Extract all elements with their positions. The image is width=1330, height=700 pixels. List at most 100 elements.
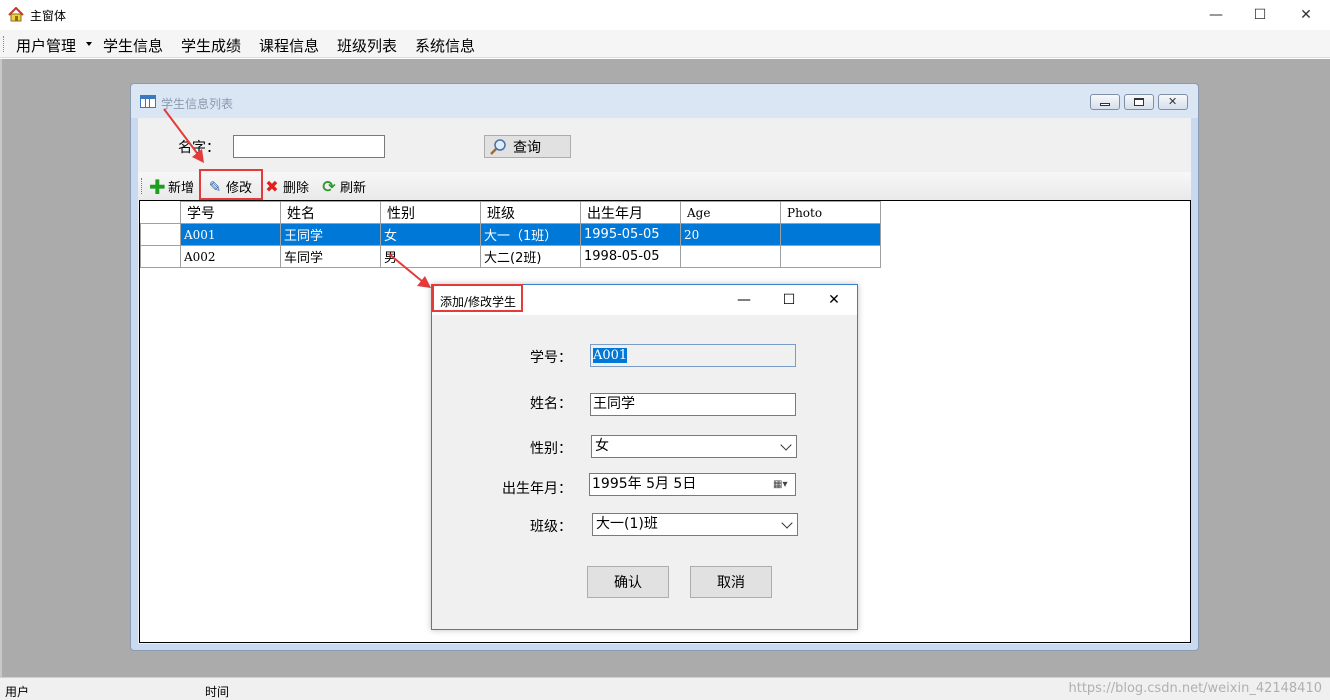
birth-label: 出生年月： — [502, 481, 572, 497]
cell-age[interactable] — [680, 245, 781, 268]
cell-birth[interactable]: 1995-05-05 — [580, 223, 681, 246]
menu-course-info[interactable]: 课程信息 — [259, 35, 319, 56]
cell-name[interactable]: 王同学 — [280, 223, 381, 246]
gender-value: 女 — [595, 438, 609, 454]
column-header[interactable]: 学号 — [180, 201, 281, 224]
gender-select[interactable]: 女 — [591, 435, 797, 458]
search-button[interactable]: 查询 — [484, 135, 571, 158]
name-search-input[interactable] — [233, 135, 385, 158]
class-select[interactable]: 大一(1)班 — [592, 513, 798, 536]
dialog-minimize-button[interactable]: — — [721, 285, 767, 315]
status-user: 用户 — [5, 685, 30, 699]
cell-name[interactable]: 车同学 — [280, 245, 381, 268]
child-minimize-button[interactable] — [1090, 94, 1120, 110]
menu-student-info[interactable]: 学生信息 — [103, 35, 163, 56]
cell-class[interactable]: 大一（1班） — [480, 223, 581, 246]
birth-date-picker[interactable]: 1995年 5月 5日 ▦▾ — [589, 473, 796, 496]
child-restore-button[interactable] — [1124, 94, 1154, 110]
child-title-bar: 学生信息列表 ✕ — [131, 84, 1198, 118]
add-button[interactable]: ✚ 新增 — [149, 176, 194, 197]
cell-id[interactable]: A001 — [180, 223, 281, 246]
table-row[interactable]: ▶ A001 王同学 女 大一（1班） 1995-05-05 20 — [140, 223, 881, 246]
home-icon — [8, 7, 24, 22]
add-edit-student-dialog: 添加/修改学生 — ☐ ✕ 学号： A001 姓名： 王同学 性别： 女 出生年… — [431, 284, 858, 630]
table-icon — [140, 95, 156, 108]
row-header-corner — [140, 201, 181, 224]
id-label: 学号： — [530, 350, 572, 366]
chevron-down-icon — [781, 517, 793, 529]
delete-button-label: 删除 — [283, 181, 310, 196]
restore-icon — [1134, 98, 1144, 106]
cancel-button[interactable]: 取消 — [690, 566, 772, 598]
dropdown-arrow-icon — [86, 42, 92, 46]
row-header[interactable] — [140, 245, 181, 268]
plus-icon: ✚ — [149, 174, 166, 199]
child-close-button[interactable]: ✕ — [1158, 94, 1188, 110]
column-header[interactable]: Photo — [780, 201, 881, 224]
menu-student-scores[interactable]: 学生成绩 — [181, 35, 241, 56]
minimize-icon: — — [1209, 7, 1223, 23]
grid-header-row: 学号 姓名 性别 班级 出生年月 Age Photo — [140, 201, 881, 224]
row-header[interactable]: ▶ — [140, 223, 181, 246]
close-icon: ✕ — [1300, 7, 1312, 23]
annotation-arrow-icon — [388, 253, 431, 288]
minimize-button[interactable]: — — [1193, 0, 1239, 30]
dialog-close-button[interactable]: ✕ — [811, 285, 857, 315]
id-value: A001 — [593, 348, 628, 363]
main-window-title: 主窗体 — [30, 9, 67, 23]
toolbar-grip[interactable] — [141, 178, 143, 194]
student-table: 学号 姓名 性别 班级 出生年月 Age Photo ▶ A001 王同学 女 … — [140, 201, 881, 268]
cell-age[interactable]: 20 — [680, 223, 781, 246]
current-row-arrow-icon: ▶ — [144, 231, 151, 241]
column-header[interactable]: 性别 — [380, 201, 481, 224]
birth-value: 1995年 5月 5日 — [592, 476, 697, 492]
column-header[interactable]: 班级 — [480, 201, 581, 224]
refresh-button[interactable]: ⟳ 刷新 — [321, 176, 366, 197]
delete-button[interactable]: ✖ 删除 — [264, 176, 309, 197]
menu-user-management[interactable]: 用户管理 — [16, 35, 76, 56]
status-bar: 用户 时间 https://blog.csdn.net/weixin_42148… — [0, 677, 1330, 700]
minimize-icon: — — [737, 292, 751, 308]
watermark: https://blog.csdn.net/weixin_42148410 — [1068, 681, 1322, 696]
annotation-arrow-icon — [163, 108, 204, 163]
refresh-icon: ⟳ — [322, 176, 336, 196]
gender-label: 性别： — [530, 441, 572, 457]
maximize-icon: ☐ — [1253, 7, 1267, 23]
cell-gender[interactable]: 女 — [380, 223, 481, 246]
column-header[interactable]: 姓名 — [280, 201, 381, 224]
class-value: 大一(1)班 — [596, 516, 658, 532]
menu-bar: 用户管理 学生信息 学生成绩 课程信息 班级列表 系统信息 — [0, 30, 1330, 58]
cell-birth[interactable]: 1998-05-05 — [580, 245, 681, 268]
id-field[interactable]: A001 — [590, 344, 796, 367]
toolbar: ✚ 新增 ✎ 修改 ✖ 删除 ⟳ 刷新 — [138, 172, 1191, 200]
close-button[interactable]: ✕ — [1283, 0, 1329, 30]
class-label: 班级： — [530, 519, 572, 535]
status-time: 时间 — [205, 685, 230, 699]
add-button-label: 新增 — [168, 181, 195, 196]
confirm-button[interactable]: 确认 — [587, 566, 669, 598]
delete-x-icon: ✖ — [265, 176, 279, 196]
menu-system-info[interactable]: 系统信息 — [415, 35, 475, 56]
table-row[interactable]: A002 车同学 男 大二(2班) 1998-05-05 — [140, 245, 881, 268]
menu-grip[interactable] — [3, 36, 5, 52]
name-label: 姓名： — [530, 396, 572, 412]
cell-photo[interactable] — [780, 245, 881, 268]
column-header[interactable]: 出生年月 — [580, 201, 681, 224]
name-field[interactable]: 王同学 — [590, 393, 796, 416]
maximize-icon: ☐ — [782, 292, 796, 308]
close-icon: ✕ — [828, 292, 840, 308]
cell-id[interactable]: A002 — [180, 245, 281, 268]
main-title-bar: 主窗体 — ☐ ✕ — [0, 0, 1330, 30]
maximize-button[interactable]: ☐ — [1237, 0, 1283, 30]
cell-class[interactable]: 大二(2班) — [480, 245, 581, 268]
refresh-button-label: 刷新 — [340, 181, 367, 196]
chevron-down-icon — [780, 439, 792, 451]
dialog-maximize-button[interactable]: ☐ — [766, 285, 812, 315]
cell-photo[interactable] — [780, 223, 881, 246]
search-icon — [490, 138, 506, 155]
calendar-icon: ▦▾ — [773, 479, 788, 490]
menu-class-list[interactable]: 班级列表 — [337, 35, 397, 56]
edit-highlight-box — [199, 169, 263, 200]
close-icon: ✕ — [1168, 95, 1178, 108]
column-header[interactable]: Age — [680, 201, 781, 224]
